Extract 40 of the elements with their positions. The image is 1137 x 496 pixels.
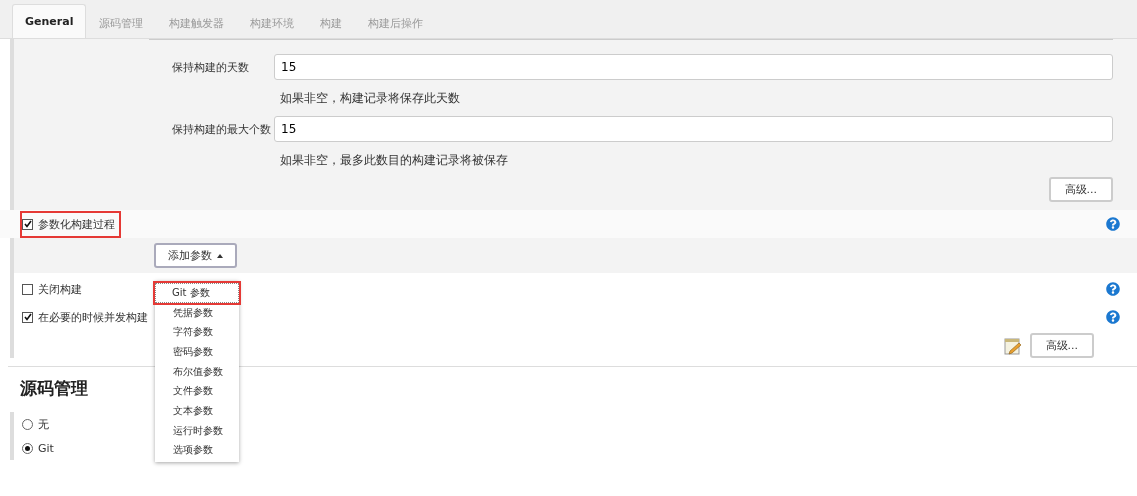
checkbox-label: 关闭构建 bbox=[38, 281, 82, 297]
menu-item[interactable]: 文本参数 bbox=[155, 401, 239, 421]
help-icon[interactable] bbox=[1106, 217, 1120, 231]
advanced-button[interactable]: 高级... bbox=[1048, 177, 1113, 202]
help-icon[interactable] bbox=[1106, 310, 1120, 324]
radio-label: 无 bbox=[38, 416, 49, 432]
parameterized-checkbox-label[interactable]: 参数化构建过程 bbox=[22, 212, 119, 236]
radio-label: Git bbox=[38, 441, 54, 455]
menu-item[interactable]: 布尔值参数 bbox=[155, 361, 239, 382]
notepad-pencil-icon[interactable] bbox=[1003, 336, 1022, 355]
checkbox[interactable] bbox=[22, 311, 33, 323]
checkbox-label: 参数化构建过程 bbox=[38, 216, 115, 232]
help-icon[interactable] bbox=[1106, 282, 1120, 296]
advanced-button[interactable]: 高级... bbox=[1029, 333, 1094, 358]
menu-item[interactable]: 凭据参数 bbox=[155, 302, 239, 323]
menu-item[interactable]: 字符参数 bbox=[155, 322, 239, 343]
checkbox[interactable] bbox=[22, 218, 33, 230]
section-heading: 源码管理 bbox=[20, 377, 88, 400]
caret-icon bbox=[217, 253, 223, 258]
option-checkbox[interactable]: 关闭构建 bbox=[22, 277, 86, 301]
menu-item[interactable]: 文件参数 bbox=[155, 381, 239, 402]
radio-button[interactable] bbox=[22, 418, 33, 430]
field-label: 保持构建的最大个数 bbox=[171, 121, 272, 137]
menu-item[interactable]: 选项参数 bbox=[155, 440, 239, 461]
input-field[interactable]: 15 bbox=[274, 54, 1113, 80]
option-checkbox[interactable]: 在必要的时候并发构建 bbox=[22, 305, 152, 329]
help-text: 如果非空，构建记录将保存此天数 bbox=[280, 90, 461, 107]
field-label: 保持构建的天数 bbox=[171, 59, 250, 75]
menu-item[interactable]: Git 参数 bbox=[155, 283, 239, 303]
checkbox-label: 在必要的时候并发构建 bbox=[38, 309, 148, 325]
menu-item[interactable]: 密码参数 bbox=[155, 342, 239, 362]
radio-button[interactable] bbox=[22, 442, 33, 454]
radio-option[interactable]: 无 bbox=[22, 412, 53, 436]
radio-option[interactable]: Git bbox=[22, 437, 58, 459]
input-field[interactable]: 15 bbox=[274, 116, 1113, 142]
checkbox[interactable] bbox=[22, 283, 33, 295]
tab[interactable]: General bbox=[12, 4, 87, 38]
help-text: 如果非空，最多此数目的构建记录将被保存 bbox=[280, 152, 509, 169]
add-parameter-button[interactable]: 添加参数 bbox=[154, 243, 237, 268]
menu-item[interactable]: 运行时参数 bbox=[155, 420, 239, 441]
